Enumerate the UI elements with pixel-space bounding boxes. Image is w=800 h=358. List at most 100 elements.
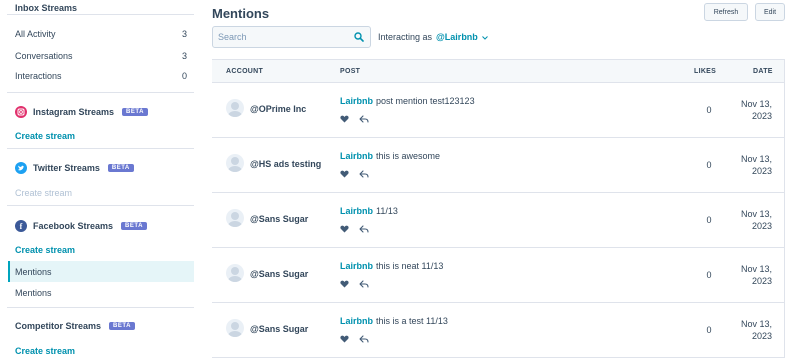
sidebar-item-all-activity[interactable]: All Activity 3: [15, 29, 187, 39]
post-author-link[interactable]: Lairbnb: [340, 316, 373, 326]
beta-badge: BETA: [122, 108, 148, 116]
account-name[interactable]: @Sans Sugar: [250, 324, 308, 334]
post-actions: [340, 115, 369, 125]
post-text: 11/13: [376, 206, 398, 216]
column-header-account[interactable]: ACCOUNT: [226, 68, 263, 75]
table-border: [784, 59, 785, 358]
interacting-as-dropdown[interactable]: @Lairbnb: [436, 32, 489, 42]
avatar: [226, 154, 244, 172]
post-date-line: Nov 13,: [740, 209, 772, 219]
post-date-year: 2023: [751, 166, 772, 176]
like-icon[interactable]: [340, 225, 349, 235]
post-actions: [340, 280, 369, 290]
account-name[interactable]: @OPrime Inc: [250, 104, 306, 114]
facebook-icon: f: [15, 220, 27, 232]
post-actions: [340, 170, 369, 180]
competitor-streams-label: Competitor Streams: [15, 321, 102, 331]
interacting-as-handle: @Lairbnb: [436, 32, 478, 42]
table-row[interactable]: @Sans Sugar Lairbnb this is neat 11/13 0 Nov…: [212, 249, 784, 303]
column-header-date[interactable]: DATE: [753, 68, 773, 75]
edit-button[interactable]: Edit: [755, 3, 785, 21]
post-date-year: 2023: [751, 221, 772, 231]
like-icon[interactable]: [340, 115, 349, 125]
search-icon[interactable]: [354, 32, 364, 42]
refresh-button[interactable]: Refresh: [704, 3, 748, 21]
table-row[interactable]: @Sans Sugar Lairbnb 11/13 0 Nov 13, 2023: [212, 194, 784, 248]
post-author-link[interactable]: Lairbnb: [340, 96, 373, 106]
facebook-create-stream-link[interactable]: Create stream: [15, 245, 75, 255]
beta-badge: BETA: [107, 164, 134, 172]
sidebar-item-label: Interactions: [15, 71, 62, 81]
divider: [7, 14, 194, 15]
post-content: Lairbnb this is a test 11/13: [340, 316, 448, 326]
post-content: Lairbnb post mention test123123: [340, 96, 475, 106]
divider: [7, 148, 194, 149]
search-box: [212, 26, 371, 48]
sidebar-item-label: Conversations: [15, 51, 73, 61]
post-text: this is neat 11/13: [376, 261, 444, 271]
post-author-link[interactable]: Lairbnb: [340, 151, 373, 161]
facebook-streams-header: f Facebook Streams BETA: [15, 220, 147, 232]
account-name[interactable]: @HS ads testing: [250, 159, 321, 169]
instagram-streams-header: Instagram Streams BETA: [15, 106, 148, 118]
post-text: this is a test 11/13: [376, 316, 448, 326]
table-row[interactable]: @OPrime Inc Lairbnb post mention test12312…: [212, 84, 784, 138]
sidebar-item-count: 0: [181, 71, 187, 81]
post-content: Lairbnb this is awesome: [340, 151, 440, 161]
post-date: Nov 13, 2023: [732, 208, 772, 232]
likes-count: 0: [706, 160, 712, 170]
account-name[interactable]: @Sans Sugar: [250, 269, 308, 279]
twitter-streams-label: Twitter Streams: [33, 163, 100, 173]
column-header-post[interactable]: POST: [340, 68, 360, 75]
interacting-as-label: Interacting as: [378, 32, 433, 42]
post-date-line: Nov 13,: [740, 99, 772, 109]
likes-count: 0: [706, 105, 712, 115]
post-author-link[interactable]: Lairbnb: [340, 206, 373, 216]
like-icon[interactable]: [340, 280, 349, 290]
post-date: Nov 13, 2023: [732, 318, 772, 342]
post-date-line: Nov 13,: [740, 154, 772, 164]
like-icon[interactable]: [340, 335, 349, 345]
avatar: [226, 209, 244, 227]
like-icon[interactable]: [340, 170, 349, 180]
account-name[interactable]: @Sans Sugar: [250, 214, 308, 224]
twitter-streams-header: Twitter Streams BETA: [15, 162, 134, 174]
instagram-create-stream-link[interactable]: Create stream: [15, 131, 75, 141]
column-header-likes[interactable]: LIKES: [694, 68, 716, 75]
reply-icon[interactable]: [359, 115, 369, 125]
table-header: ACCOUNT POST LIKES DATE: [212, 59, 784, 83]
post-date: Nov 13, 2023: [732, 153, 772, 177]
post-content: Lairbnb 11/13: [340, 206, 398, 216]
post-date-line: Nov 13,: [740, 264, 772, 274]
twitter-icon: [15, 162, 27, 174]
competitor-streams-header: Competitor Streams BETA: [15, 321, 135, 331]
sidebar-item-conversations[interactable]: Conversations 3: [15, 51, 187, 61]
likes-count: 0: [706, 215, 712, 225]
divider: [7, 92, 194, 93]
twitter-create-stream-link[interactable]: Create stream: [15, 188, 72, 198]
interacting-as: Interacting as @Lairbnb: [378, 32, 489, 42]
inbox-streams-heading: Inbox Streams: [15, 3, 78, 13]
post-date: Nov 13, 2023: [732, 98, 772, 122]
reply-icon[interactable]: [359, 335, 369, 345]
search-input[interactable]: [213, 27, 343, 47]
beta-badge: BETA: [121, 222, 147, 230]
sidebar-item-interactions[interactable]: Interactions 0: [15, 71, 187, 81]
sidebar-stream-mentions-active[interactable]: Mentions: [8, 261, 194, 282]
reply-icon[interactable]: [359, 225, 369, 235]
competitor-create-stream-link[interactable]: Create stream: [15, 346, 75, 356]
divider: [7, 307, 194, 308]
avatar: [226, 264, 244, 282]
avatar: [226, 319, 244, 337]
sidebar-stream-mentions[interactable]: Mentions: [8, 282, 194, 303]
reply-icon[interactable]: [359, 280, 369, 290]
sidebar: Inbox Streams All Activity 3 Conversatio…: [0, 0, 194, 358]
reply-icon[interactable]: [359, 170, 369, 180]
sidebar-item-count: 3: [181, 51, 187, 61]
table-row[interactable]: @HS ads testing Lairbnb this is awesome 0 No…: [212, 139, 784, 193]
sidebar-item-label: All Activity: [15, 29, 56, 39]
chevron-down-icon: [482, 36, 489, 40]
post-author-link[interactable]: Lairbnb: [340, 261, 373, 271]
post-date-year: 2023: [751, 111, 772, 121]
table-row[interactable]: @Sans Sugar Lairbnb this is a test 11/13 0 N…: [212, 304, 784, 358]
